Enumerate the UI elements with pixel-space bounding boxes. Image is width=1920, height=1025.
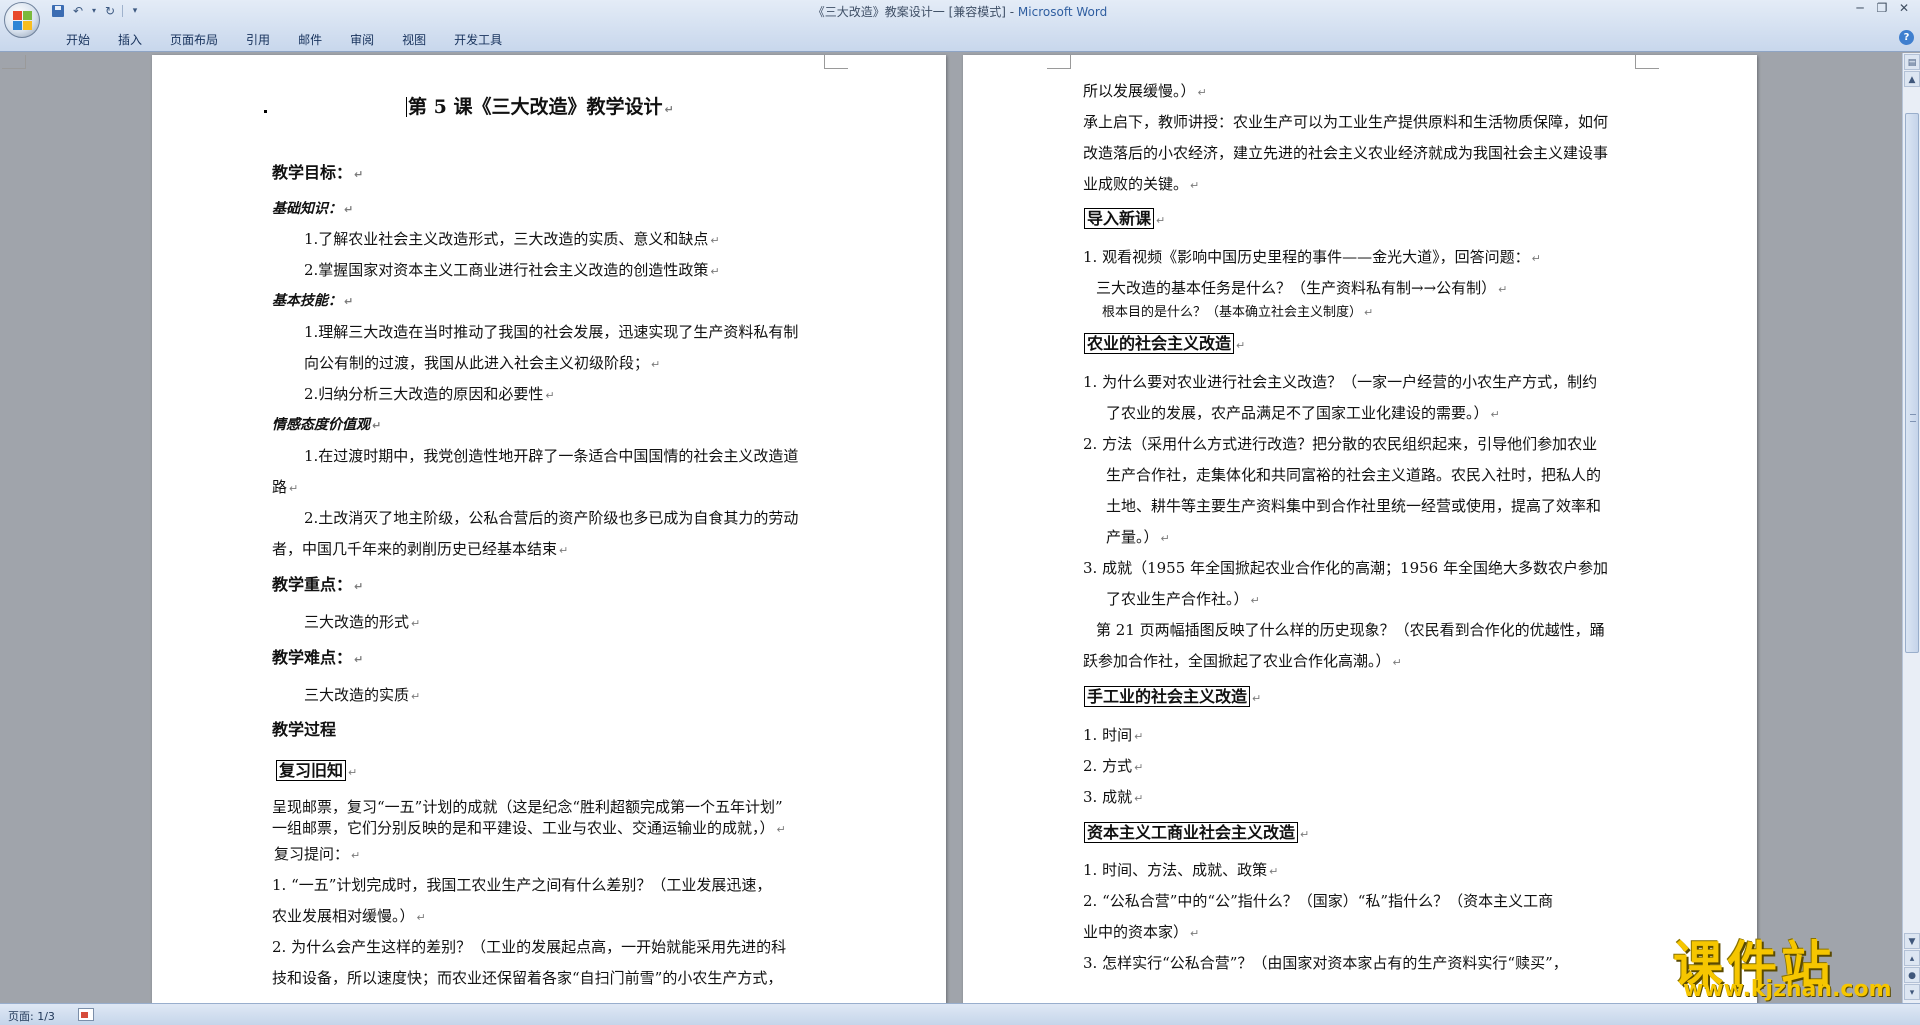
sub-heading: 情感态度价值观 ↵ xyxy=(272,417,382,433)
document-page-2[interactable]: 所以发展缓慢。） ↵ 承上启下，教师讲授：农业生产可以为工业生产提供原料和生活物质… xyxy=(963,55,1757,1003)
boxed-heading: 复习旧知 ↵ xyxy=(276,760,357,783)
boxed-heading: 农业的社会主义改造 ↵ xyxy=(1084,333,1245,356)
tab-home[interactable]: 开始 xyxy=(52,27,104,52)
body-line: 三大改造的基本任务是什么？（生产资料私有制→→公有制） ↵ xyxy=(1096,279,1508,297)
body-line: 所以发展缓慢。） ↵ xyxy=(1083,82,1207,100)
tab-insert[interactable]: 插入 xyxy=(104,27,156,52)
document-area[interactable]: 第 5 课《三大改造》教学设计 ↵ 教学目标： ↵ 基础知识： ↵ 1.了解农业社会主… xyxy=(0,53,1900,1003)
page-count[interactable]: 页面: 1/3 xyxy=(8,1008,55,1024)
body-line: 2. 方法（采用什么方式进行改造？把分散的农民组织起来，引导他们参加农业 xyxy=(1083,435,1598,453)
ruler-toggle-icon[interactable]: ▤ xyxy=(1904,54,1920,70)
sub-heading: 基础知识： ↵ xyxy=(272,201,354,217)
window-title-app: Microsoft Word xyxy=(1017,5,1108,19)
body-line: 1.了解农业社会主义改造形式，三大改造的实质、意义和缺点 ↵ xyxy=(304,230,720,248)
browse-object-icon[interactable]: ● xyxy=(1904,967,1920,983)
body-line: 了农业的发展，农产品满足不了国家工业化建设的需要。） ↵ xyxy=(1106,404,1500,422)
scroll-down-icon[interactable]: ▼ xyxy=(1904,933,1920,949)
body-line: 2.掌握国家对资本主义工商业进行社会主义改造的创造性政策 ↵ xyxy=(304,261,720,279)
crop-mark xyxy=(2,55,26,69)
sub-heading: 基本技能： ↵ xyxy=(272,293,354,309)
ribbon-tabs: 开始 插入 页面布局 引用 邮件 审阅 视图 开发工具 xyxy=(52,27,516,52)
body-line: 2. 方式 ↵ xyxy=(1083,757,1144,775)
proofing-icon[interactable] xyxy=(78,1008,94,1021)
body-line: 向公有制的过渡，我国从此进入社会主义初级阶段； ↵ xyxy=(304,354,661,372)
body-line: 2. “公私合营”中的“公”指什么？（国家）“私”指什么？（资本主义工商 xyxy=(1083,892,1554,910)
tab-developer[interactable]: 开发工具 xyxy=(440,27,516,52)
tab-page-layout[interactable]: 页面布局 xyxy=(156,27,232,52)
body-line: 2.土改消灭了地主阶级，公私合营后的资产阶级也多已成为自食其力的劳动 xyxy=(304,509,799,527)
body-line: 者，中国几千年来的剥削历史已经基本结束 ↵ xyxy=(272,540,569,558)
close-icon[interactable]: ✕ xyxy=(1894,0,1914,16)
body-line: 了农业生产合作社。） ↵ xyxy=(1106,590,1260,608)
body-line: 第 21 页两幅插图反映了什么样的历史现象？（农民看到合作化的优越性，踊 xyxy=(1096,621,1605,639)
boxed-heading: 资本主义工商业社会主义改造 ↵ xyxy=(1084,822,1309,845)
boxed-heading: 手工业的社会主义改造 ↵ xyxy=(1084,686,1261,709)
body-line: 三大改造的形式 ↵ xyxy=(304,613,421,631)
section-heading: 教学难点： ↵ xyxy=(272,648,364,667)
body-line: 三大改造的实质 ↵ xyxy=(304,686,421,704)
doc-title: 第 5 课《三大改造》教学设计 ↵ xyxy=(406,96,674,118)
window-title-doc: 《三大改造》教案设计一 [兼容模式] - xyxy=(812,5,1018,19)
section-heading: 教学目标： ↵ xyxy=(272,163,364,182)
section-heading: 教学重点： ↵ xyxy=(272,575,364,594)
tab-references[interactable]: 引用 xyxy=(232,27,284,52)
body-line: 土地、耕牛等主要生产资料集中到合作社里统一经营或使用，提高了效率和 xyxy=(1106,497,1602,515)
crop-mark xyxy=(1047,55,1071,69)
body-line: 承上启下，教师讲授：农业生产可以为工业生产提供原料和生活物质保障，如何 xyxy=(1083,113,1609,131)
body-line: 根本目的是什么？（基本确立社会主义制度） ↵ xyxy=(1102,305,1374,320)
title-bar: ↶ ▾ ↻ ▾ 《三大改造》教案设计一 [兼容模式] - Microsoft W… xyxy=(0,0,1920,52)
crop-mark xyxy=(824,55,848,69)
body-line: 3. 成就 ↵ xyxy=(1083,788,1144,806)
body-line: 生产合作社，走集体化和共同富裕的社会主义道路。农民入社时，把私人的 xyxy=(1106,466,1602,484)
body-line: 1. 时间 ↵ xyxy=(1083,726,1144,744)
status-bar: 页面: 1/3 xyxy=(0,1003,1920,1025)
body-line: 改造落后的小农经济，建立先进的社会主义农业经济就成为我国社会主义建设事 xyxy=(1083,144,1609,162)
window-title: 《三大改造》教案设计一 [兼容模式] - Microsoft Word xyxy=(0,3,1920,20)
section-heading: 教学过程 xyxy=(272,720,337,739)
body-line: 一组邮票，它们分别反映的是和平建设、工业与农业、交通运输业的成就，） ↵ xyxy=(272,819,786,837)
watermark-url: www.kjzhan.com xyxy=(1683,977,1892,1002)
body-line: 产量。） ↵ xyxy=(1106,528,1170,546)
body-line: 业中的资本家） ↵ xyxy=(1083,923,1200,941)
boxed-heading: 导入新课 ↵ xyxy=(1084,208,1165,231)
help-icon[interactable]: ? xyxy=(1899,30,1914,45)
scroll-thumb[interactable] xyxy=(1905,113,1919,653)
tab-review[interactable]: 审阅 xyxy=(336,27,388,52)
watermark-logo: 课件站 www.kjzhan.com xyxy=(1665,925,1905,1005)
paragraph-mark-icon: ↵ xyxy=(664,103,674,116)
text-cursor xyxy=(406,97,407,117)
body-line: 2. 为什么会产生这样的差别？（工业的发展起点高，一开始就能采用先进的科 xyxy=(272,938,787,956)
body-line: 3. 成就（1955 年全国掀起农业合作化的高潮；1956 年全国绝大多数农户参… xyxy=(1083,559,1608,577)
body-line: 1.在过渡时期中，我党创造性地开辟了一条适合中国国情的社会主义改造道 xyxy=(304,447,799,465)
window-controls: ─ ❐ ✕ xyxy=(1850,0,1914,16)
minimize-icon[interactable]: ─ xyxy=(1850,0,1870,16)
scroll-up-icon[interactable]: ▲ xyxy=(1904,71,1920,87)
body-line: 跃参加合作社，全国掀起了农业合作化高潮。） ↵ xyxy=(1083,652,1402,670)
body-line: 呈现邮票，复习“一五”计划的成就（这是纪念“胜利超额完成第一个五年计划” xyxy=(272,798,783,816)
body-line: 业成败的关键。 ↵ xyxy=(1083,175,1200,193)
tab-view[interactable]: 视图 xyxy=(388,27,440,52)
bullet-mark xyxy=(264,110,267,113)
body-line: 3. 怎样实行“公私合营”？（由国家对资本家占有的生产资料实行“赎买”， xyxy=(1083,954,1568,972)
body-line: 1. 时间、方法、成就、政策 ↵ xyxy=(1083,861,1279,879)
vertical-scrollbar[interactable]: ▤ ▲ ▼ ▴ ● ▾ xyxy=(1902,53,1920,1003)
tab-mailings[interactable]: 邮件 xyxy=(284,27,336,52)
body-line: 1. 观看视频《影响中国历史里程的事件——金光大道》，回答问题： ↵ xyxy=(1083,248,1541,266)
body-line: 复习提问： ↵ xyxy=(274,845,361,863)
document-page-1[interactable]: 第 5 课《三大改造》教学设计 ↵ 教学目标： ↵ 基础知识： ↵ 1.了解农业社会主… xyxy=(2,55,946,1003)
body-line: 路 ↵ xyxy=(272,478,299,496)
body-line: 1.理解三大改造在当时推动了我国的社会发展，迅速实现了生产资料私有制 xyxy=(304,323,799,341)
body-line: 2.归纳分析三大改造的原因和必要性 ↵ xyxy=(304,385,555,403)
next-page-icon[interactable]: ▾ xyxy=(1904,984,1920,1000)
body-line: 1. “一五”计划完成时，我国工农业生产之间有什么差别？（工业发展迅速， xyxy=(272,876,772,894)
crop-mark xyxy=(1635,55,1659,69)
body-line: 技和设备，所以速度快；而农业还保留着各家“自扫门前雪”的小农生产方式， xyxy=(272,969,783,987)
previous-page-icon[interactable]: ▴ xyxy=(1904,950,1920,966)
body-line: 农业发展相对缓慢。） ↵ xyxy=(272,907,426,925)
restore-icon[interactable]: ❐ xyxy=(1872,0,1892,16)
body-line: 1. 为什么要对农业进行社会主义改造？（一家一户经营的小农生产方式，制约 xyxy=(1083,373,1598,391)
